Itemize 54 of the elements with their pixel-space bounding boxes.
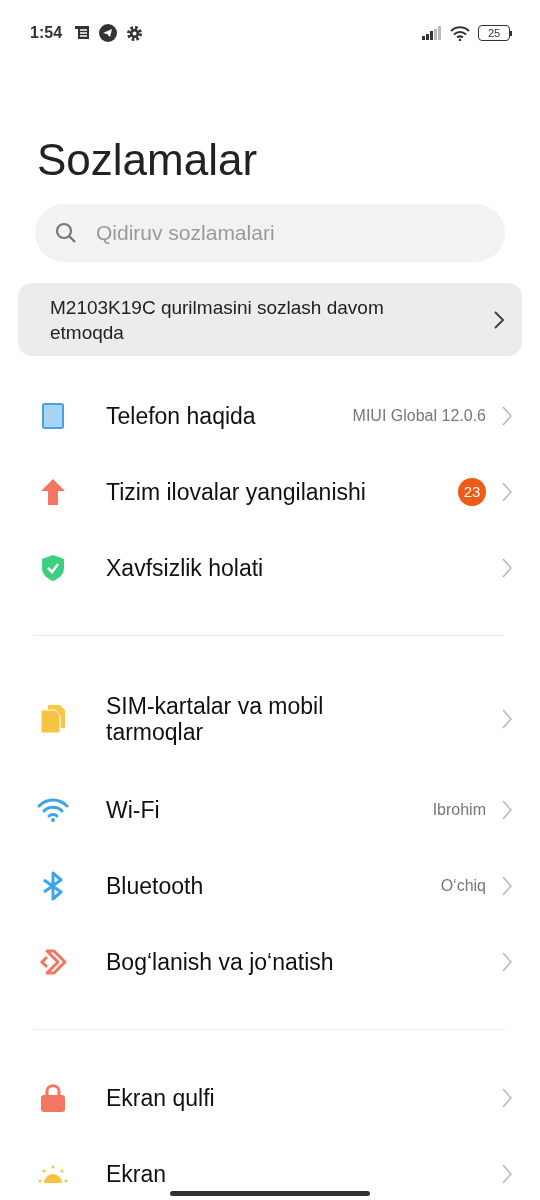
item-label: Bluetooth: [106, 873, 204, 899]
share-arrows-icon: [37, 949, 68, 975]
item-value: Ibrohim: [432, 801, 486, 819]
item-value: O‘chiq: [440, 877, 486, 895]
chevron-icon: [502, 952, 512, 972]
banner-text: M2103K19C qurilmasini sozlash davom etmoqda: [50, 295, 385, 345]
item-label: Wi-Fi: [106, 797, 160, 823]
settings-item[interactable]: Bluetooth O‘chiq: [0, 848, 540, 924]
settings-item[interactable]: Tizim ilovalar yangilanishi 23: [0, 454, 540, 530]
settings-item[interactable]: Wi-Fi Ibrohim: [0, 772, 540, 848]
settings-item[interactable]: Bog‘lanish va jo‘natish: [0, 924, 540, 1000]
lock-icon: [39, 1083, 66, 1113]
item-label: Ekran: [106, 1161, 167, 1187]
chevron-icon: [502, 1088, 512, 1108]
shield-icon: [40, 554, 65, 582]
item-label: SIM-kartalar va mobil tarmoqlar: [106, 693, 325, 745]
item-label: Telefon haqida: [106, 403, 256, 429]
wifi-icon: [450, 25, 470, 41]
phone-icon: [40, 402, 65, 430]
settings-icon: [126, 24, 144, 42]
bluetooth-icon: [40, 871, 65, 901]
setup-banner[interactable]: M2103K19C qurilmasini sozlash davom etmoqda: [18, 283, 522, 356]
telegram-icon: [99, 24, 118, 42]
chevron-icon: [502, 800, 512, 820]
settings-item[interactable]: Ekran: [0, 1136, 540, 1200]
battery-indicator: 25: [478, 25, 510, 41]
arrow-up-icon: [39, 478, 66, 506]
item-label: Tizim ilovalar yangilanishi: [106, 479, 366, 505]
signal-icon: [422, 26, 442, 40]
item-label: Xavfsizlik holati: [106, 555, 264, 581]
chevron-icon: [502, 876, 512, 896]
item-label: Ekran qulfi: [106, 1085, 215, 1111]
count-badge: 23: [458, 478, 486, 506]
chevron-icon: [502, 1164, 512, 1184]
wifi-icon: [36, 798, 69, 822]
item-value: MIUI Global 12.0.6: [352, 407, 486, 425]
item-label: Bog‘lanish va jo‘natish: [106, 949, 334, 975]
clock: 1:54: [30, 24, 63, 42]
search-field[interactable]: Qidiruv sozlamalari: [35, 204, 505, 262]
settings-item[interactable]: SIM-kartalar va mobil tarmoqlar: [0, 666, 540, 772]
sim-cards-icon: [39, 704, 66, 734]
search-icon: [55, 222, 77, 244]
chevron-icon: [502, 709, 512, 729]
notification-icon: [74, 25, 91, 41]
chevron-icon: [494, 310, 504, 329]
settings-item[interactable]: Ekran qulfi: [0, 1060, 540, 1136]
settings-item[interactable]: Xavfsizlik holati: [0, 530, 540, 606]
chevron-icon: [502, 406, 512, 426]
home-indicator[interactable]: [170, 1191, 370, 1196]
chevron-icon: [502, 482, 512, 502]
settings-item[interactable]: Telefon haqida MIUI Global 12.0.6: [0, 378, 540, 454]
page-title: Sozlamalar: [37, 134, 259, 186]
sun-icon: [37, 1165, 68, 1183]
chevron-icon: [502, 558, 512, 578]
